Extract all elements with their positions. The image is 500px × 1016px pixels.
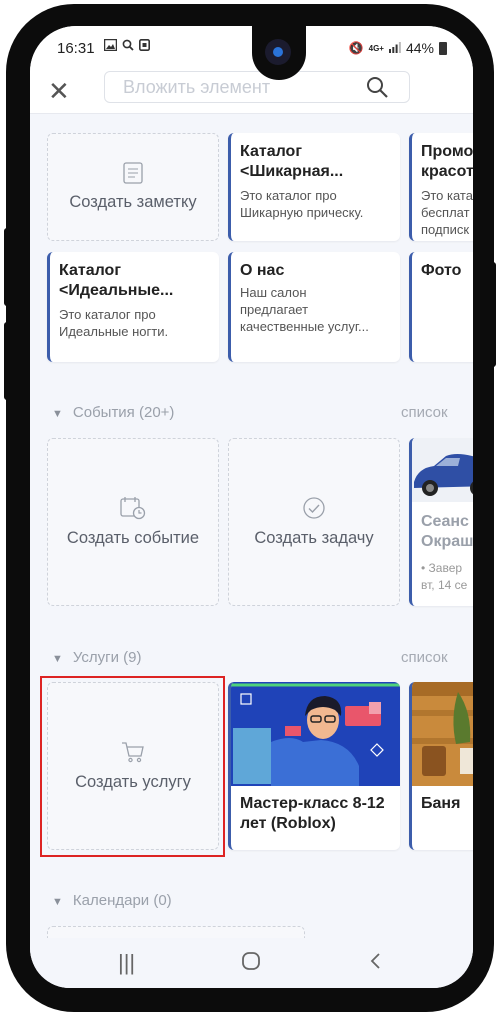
events-section-toggle[interactable]: ▼ События (20+) <box>52 404 174 421</box>
gallery-icon <box>103 38 118 54</box>
events-header: События (20+) <box>72 404 175 421</box>
event-date: вт, 14 се <box>421 578 468 592</box>
services-section-toggle[interactable]: ▼ Услуги (9) <box>52 649 142 666</box>
note-card[interactable]: Каталог <Шикарная... Это каталог про Шикар… <box>228 133 400 241</box>
services-header: Услуги (9) <box>72 649 142 666</box>
calendar-clock-icon <box>120 496 146 525</box>
phone-side-button <box>4 322 12 400</box>
note-desc-line: бесплат <box>421 205 470 220</box>
create-task-label: Создать задачу <box>254 529 374 547</box>
create-note-card[interactable]: Создать заметку <box>47 133 219 241</box>
events-list-link[interactable]: список <box>401 404 448 421</box>
recent-apps-icon[interactable]: ||| <box>118 950 135 976</box>
create-note-label: Создать заметку <box>69 193 197 211</box>
event-title: Сеанс <box>421 513 469 530</box>
service-card[interactable]: Баня <box>409 682 473 850</box>
top-bar: ✕ <box>30 68 473 114</box>
search-input[interactable] <box>105 72 355 102</box>
app-screen: 16:31 🔇 4G+ 44% ✕ Вложить элемент Создат… <box>30 26 473 988</box>
note-title-cont: <Идеальные... <box>59 282 174 299</box>
home-icon[interactable] <box>242 950 260 976</box>
note-card[interactable]: О нас Наш салон предлагает качественные ус… <box>228 252 400 362</box>
phone-power-button <box>488 262 496 367</box>
note-card[interactable]: Промо красот Это ката бесплат подписк <box>409 133 473 241</box>
calendars-header: Календари (0) <box>72 892 172 909</box>
note-desc-line: предлагает <box>240 302 309 317</box>
note-desc-line: Это каталог про <box>59 307 156 322</box>
close-icon[interactable]: ✕ <box>48 76 70 107</box>
event-car-image <box>412 438 473 502</box>
notification-icon <box>139 39 150 54</box>
note-desc-line: качественные услуг... <box>240 319 369 334</box>
chevron-down-icon: ▼ <box>52 653 63 665</box>
battery-icon <box>439 41 447 55</box>
services-list-link[interactable]: список <box>401 649 448 666</box>
chevron-down-icon: ▼ <box>52 896 63 908</box>
search-field[interactable] <box>104 71 410 103</box>
event-card[interactable]: Сеанс Окраш • Завер вт, 14 се <box>409 438 473 606</box>
note-title: Фото <box>421 262 462 279</box>
event-title-cont: Окраш <box>421 533 473 550</box>
calendars-section-toggle[interactable]: ▼ Календари (0) <box>52 892 172 909</box>
status-time: 16:31 <box>57 40 95 57</box>
cart-icon <box>121 740 145 769</box>
note-desc-line: Наш салон <box>240 285 307 300</box>
note-title-cont: красот <box>421 163 473 180</box>
search-icon[interactable] <box>365 75 389 104</box>
mute-icon: 🔇 <box>348 41 364 55</box>
note-card[interactable]: Фото <box>409 252 473 362</box>
create-service-card[interactable]: Создать услугу <box>47 682 219 850</box>
service-sauna-image <box>412 682 473 786</box>
event-status: • Завер <box>421 561 463 575</box>
service-roblox-image <box>231 682 400 786</box>
note-title: О нас <box>240 262 285 279</box>
note-desc-line: Идеальные ногти. <box>59 324 169 339</box>
phone-side-button <box>4 228 12 306</box>
service-title: Мастер-класс 8-12 <box>240 795 385 812</box>
signal-icon <box>388 40 401 56</box>
back-icon[interactable] <box>368 950 382 976</box>
create-event-card[interactable]: Создать событие <box>47 438 219 606</box>
chevron-down-icon: ▼ <box>52 408 63 420</box>
front-camera <box>252 26 306 80</box>
service-card[interactable]: Мастер-класс 8-12 лет (Roblox) <box>228 682 400 850</box>
service-title: Баня <box>421 795 461 812</box>
create-task-card[interactable]: Создать задачу <box>228 438 400 606</box>
note-title: Каталог <box>59 262 121 279</box>
create-service-label: Создать услугу <box>75 773 191 791</box>
note-title-cont: <Шикарная... <box>240 163 344 180</box>
create-event-label: Создать событие <box>66 529 200 547</box>
note-title: Промо <box>421 143 473 160</box>
note-title: Каталог <box>240 143 302 160</box>
note-desc-line: подписк <box>421 222 470 237</box>
note-card[interactable]: Каталог <Идеальные... Это каталог про Идеа… <box>47 252 219 362</box>
note-desc-line: Шикарную прическу. <box>240 205 364 220</box>
note-desc-line: Это каталог про <box>240 188 337 203</box>
network-type: 4G+ <box>368 43 384 53</box>
service-title-cont: лет (Roblox) <box>240 815 336 832</box>
android-nav-bar: ||| <box>30 938 473 988</box>
note-icon <box>123 162 143 189</box>
battery-percent: 44% <box>405 40 434 56</box>
note-desc-line: Это ката <box>421 188 473 203</box>
search-status-icon <box>122 39 134 54</box>
check-circle-icon <box>302 496 326 525</box>
